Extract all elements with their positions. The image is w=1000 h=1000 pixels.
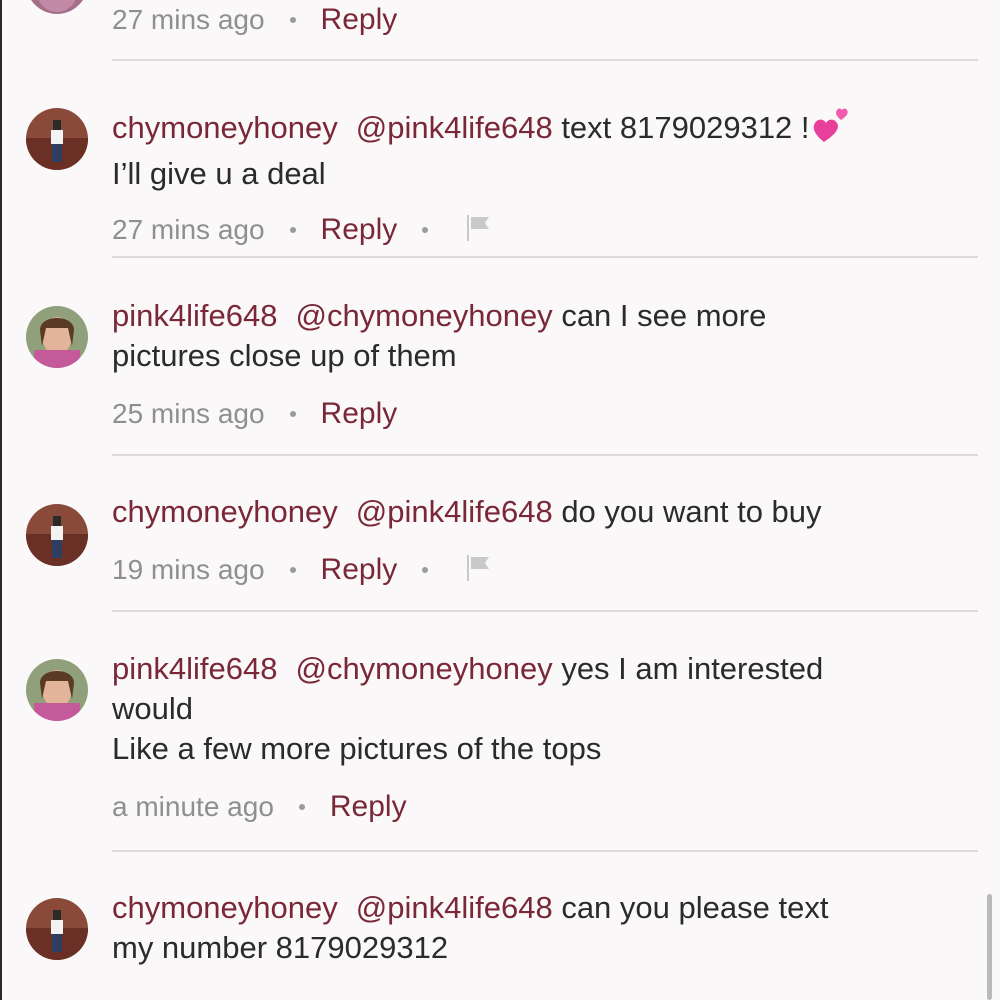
divider — [112, 610, 978, 612]
comment-username[interactable]: pink4life648 — [112, 651, 277, 686]
comment-username[interactable]: chymoneyhoney — [112, 110, 338, 145]
comment-text: pink4life648 @chymoneyhoney can I see mor… — [112, 296, 972, 336]
comment-text: chymoneyhoney @pink4life648 can you pleas… — [112, 888, 972, 928]
separator-dot — [422, 227, 429, 233]
comment-mention[interactable]: @chymoneyhoney — [295, 298, 552, 333]
comment-time: 27 mins ago — [112, 214, 265, 245]
comment-time: 27 mins ago — [112, 4, 265, 35]
comment-mention[interactable]: @pink4life648 — [356, 890, 553, 925]
comment-text-line1: yes I am interested — [561, 651, 824, 686]
comment-meta: a minute ago Reply — [112, 787, 972, 827]
comment-text-line2: I’ll give u a deal — [112, 156, 326, 191]
reply-button[interactable]: Reply — [321, 553, 398, 587]
comment-meta: 19 mins ago Reply — [112, 550, 972, 590]
scrollbar[interactable] — [987, 894, 992, 1000]
separator-dot — [289, 411, 296, 417]
comment-text: chymoneyhoney @pink4life648 do you want t… — [112, 492, 972, 532]
comment-mention[interactable]: @pink4life648 — [356, 110, 553, 145]
comment-time: 19 mins ago — [112, 554, 265, 585]
avatar[interactable] — [26, 898, 88, 960]
divider — [112, 256, 978, 258]
comment-username[interactable]: chymoneyhoney — [112, 890, 338, 925]
comment-username[interactable]: pink4life648 — [112, 298, 277, 333]
comment-mention[interactable]: @pink4life648 — [356, 494, 553, 529]
flag-icon[interactable] — [463, 551, 495, 590]
comment-text-line2: pictures close up of them — [112, 338, 457, 373]
comment-text-line3: Like a few more pictures of the tops — [112, 731, 602, 766]
comment-time: a minute ago — [112, 791, 274, 822]
comment-text-line2: my number 8179029312 — [112, 930, 449, 965]
avatar[interactable] — [26, 306, 88, 368]
separator-dot — [422, 567, 429, 573]
divider — [112, 59, 978, 61]
comment-meta: 27 mins ago Reply — [112, 210, 972, 250]
avatar[interactable] — [26, 0, 88, 14]
comment-text-line1: can I see more — [561, 298, 767, 333]
comment-username[interactable]: chymoneyhoney — [112, 494, 338, 529]
comment-text-line1: can you please text — [561, 890, 829, 925]
separator-dot — [289, 567, 296, 573]
reply-button[interactable]: Reply — [321, 213, 398, 247]
avatar[interactable] — [26, 659, 88, 721]
avatar[interactable] — [26, 108, 88, 170]
comment-text-line2: would — [112, 691, 193, 726]
separator-dot — [298, 804, 305, 810]
comment-meta: 25 mins ago Reply — [112, 394, 972, 434]
comment-time: 25 mins ago — [112, 398, 265, 429]
reply-button[interactable]: Reply — [330, 790, 407, 824]
divider — [112, 454, 978, 456]
comment-text: pink4life648 @chymoneyhoney yes I am inte… — [112, 649, 972, 689]
comments-screen: 27 mins ago Reply chymoneyhoney @pink4lif — [0, 0, 1000, 1000]
flag-icon[interactable] — [463, 211, 495, 250]
divider — [112, 850, 978, 852]
separator-dot — [289, 17, 296, 23]
comment-mention[interactable]: @chymoneyhoney — [295, 651, 552, 686]
comment-text: chymoneyhoney @pink4life648 text 81790293… — [112, 102, 972, 154]
comment-text-line1: do you want to buy — [561, 494, 822, 529]
two-hearts-icon — [812, 102, 850, 154]
comment-text-line1: text 8179029312 ! — [561, 110, 810, 145]
separator-dot — [289, 227, 296, 233]
reply-button[interactable]: Reply — [321, 397, 398, 431]
reply-button[interactable]: Reply — [321, 3, 398, 37]
avatar[interactable] — [26, 504, 88, 566]
comment-meta: 27 mins ago Reply — [112, 0, 972, 40]
